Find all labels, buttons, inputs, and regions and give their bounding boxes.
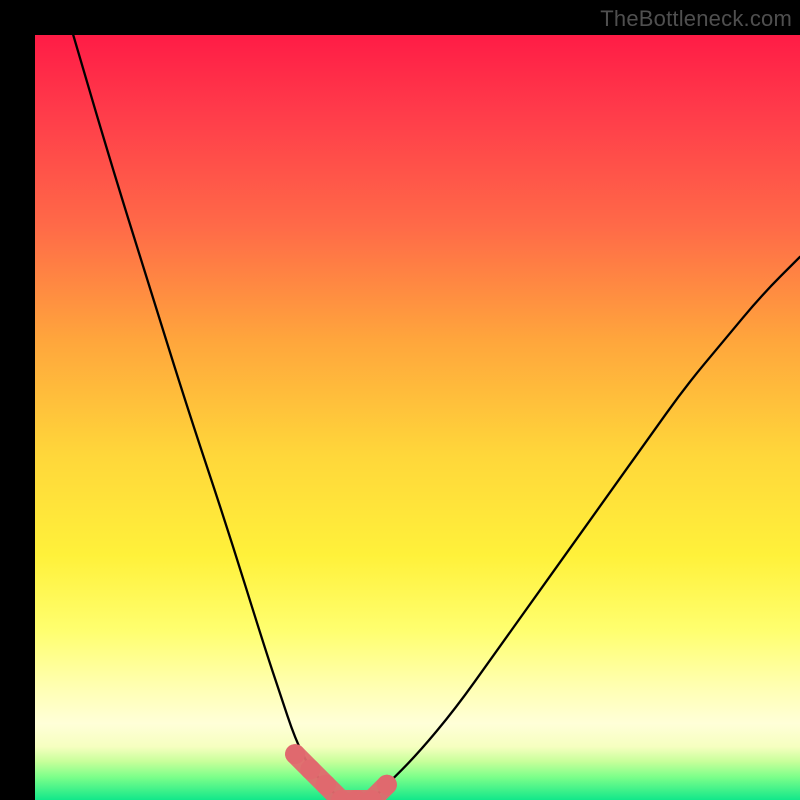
chart-svg (35, 35, 800, 800)
watermark-text: TheBottleneck.com (600, 6, 792, 32)
bottleneck-curve (73, 35, 800, 800)
optimal-zone-highlight (285, 744, 397, 800)
chart-frame: TheBottleneck.com (0, 0, 800, 800)
